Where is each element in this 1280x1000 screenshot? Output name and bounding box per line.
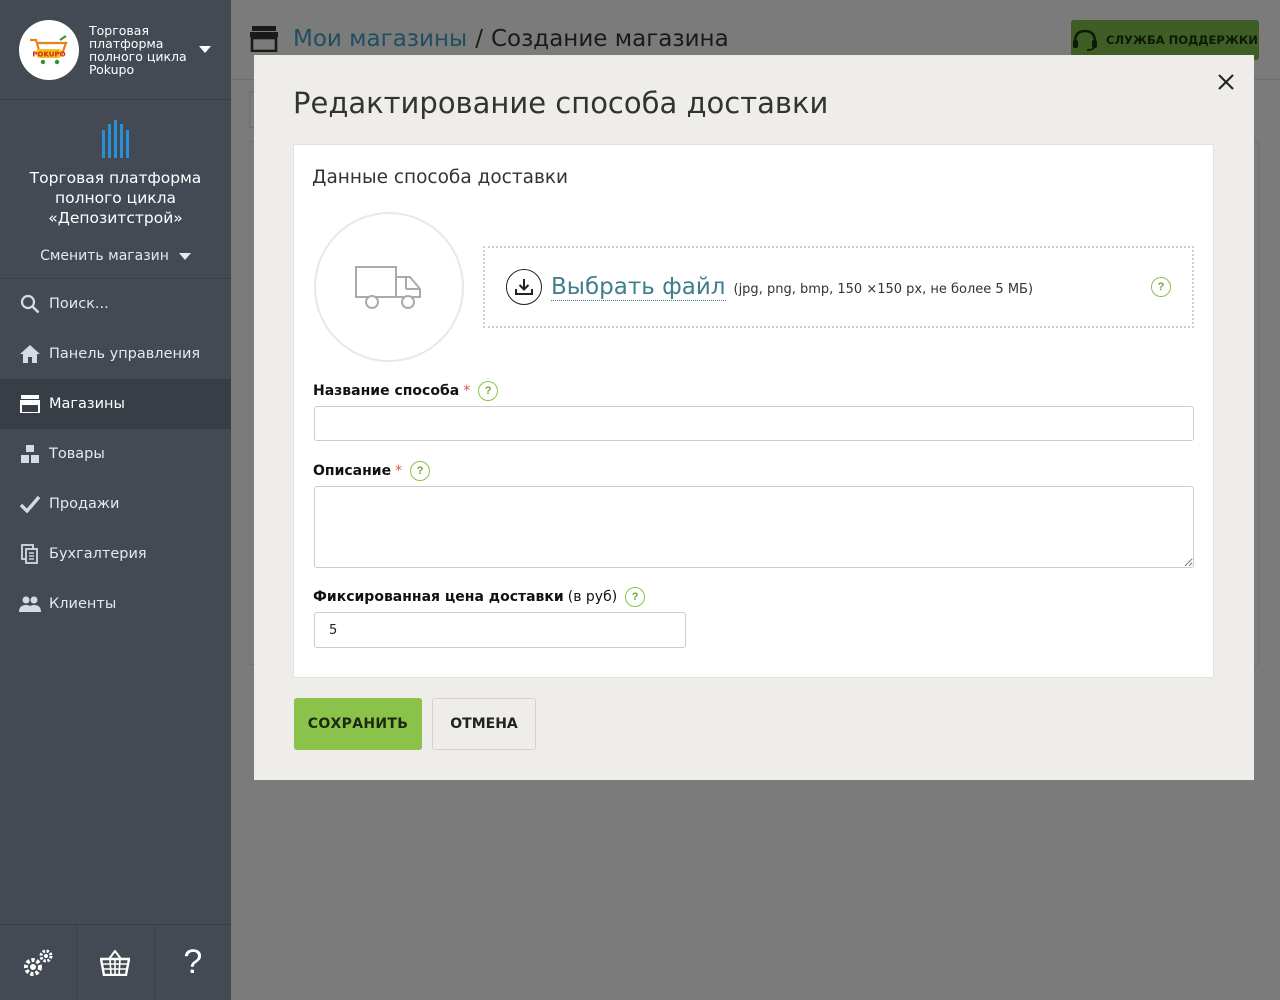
question-icon: ? [183,943,203,981]
price-unit: (в руб) [567,589,618,605]
help-icon[interactable]: ? [478,381,499,401]
file-hint: (jpg, png, bmp, 150 ×150 px, не более 5 … [733,282,1034,297]
check-icon [19,493,41,515]
sidebar: POKUPO Торговая платформа полного цикла … [0,0,231,1000]
sidebar-item-label: Магазины [49,396,125,412]
depozitstroy-logo [101,120,129,158]
sidebar-item-products[interactable]: Товары [0,429,231,479]
description-label: Описание * ? [313,461,431,481]
pokupo-logo: POKUPO [19,19,79,80]
org-switcher[interactable]: POKUPO Торговая платформа полного цикла … [0,0,231,100]
sidebar-item-label: Продажи [49,496,120,512]
help-icon[interactable]: ? [1151,277,1171,297]
download-icon[interactable] [506,269,542,305]
support-label: СЛУЖБА ПОДДЕРЖКИ [1106,33,1258,47]
sidebar-item-label: Панель управления [49,346,201,362]
sidebar-item-search[interactable]: Поиск... [0,279,231,329]
description-textarea[interactable] [314,486,1194,568]
method-name-input[interactable] [314,406,1194,441]
store-name: Торговая платформа полного цикла «Депози… [29,169,202,227]
help-button[interactable]: ? [155,925,231,1000]
required-mark: * [395,463,403,479]
price-input[interactable] [314,612,686,648]
switch-store-label: Сменить магазин [40,248,169,264]
truck-icon [355,266,421,309]
sidebar-item-label: Поиск... [49,296,109,312]
sidebar-item-label: Товары [49,446,105,462]
help-icon[interactable]: ? [410,461,431,481]
store-icon [19,393,41,415]
modal-title: Редактирование способа доставки [293,86,829,120]
store-icon [250,26,278,52]
sidebar-item-clients[interactable]: Клиенты [0,579,231,629]
breadcrumb-current: Создание магазина [490,26,729,52]
sidebar-item-dashboard[interactable]: Панель управления [0,329,231,379]
file-dropzone[interactable]: Выбрать файл (jpg, png, bmp, 150 ×150 px… [483,246,1194,328]
switch-store-button[interactable]: Сменить магазин [40,248,191,264]
headset-icon [1073,29,1098,51]
description-label-text: Описание [313,463,392,479]
choose-file-link[interactable]: Выбрать файл [551,274,726,301]
support-button[interactable]: СЛУЖБА ПОДДЕРЖКИ [1071,20,1259,60]
sidebar-item-accounting[interactable]: Бухгалтерия [0,529,231,579]
required-mark: * [463,383,471,399]
cart-button[interactable] [77,925,155,1000]
chevron-down-icon [178,252,191,260]
documents-icon [19,543,41,565]
sidebar-footer: ? [0,924,231,1000]
sidebar-item-label: Клиенты [49,596,117,612]
price-label-text: Фиксированная цена доставки [313,589,564,605]
gears-icon [24,949,53,976]
current-store: Торговая платформа полного цикла «Депози… [0,100,231,279]
breadcrumb-my-stores[interactable]: Мои магазины [293,26,467,52]
close-icon [1218,74,1234,90]
boxes-icon [19,443,41,465]
basket-icon [100,949,131,976]
delivery-method-modal: Редактирование способа доставки Данные с… [254,55,1254,780]
settings-button[interactable] [0,925,78,1000]
sidebar-item-stores[interactable]: Магазины [0,379,231,429]
delivery-data-card: Данные способа доставки Выбрать файл (jp… [293,144,1214,678]
org-name: Торговая платформа полного цикла Pokupo [89,22,187,77]
sidebar-item-sales[interactable]: Продажи [0,479,231,529]
name-label-text: Название способа [313,383,460,399]
sidebar-nav: Поиск... Панель управления Магазины Това… [0,279,231,629]
name-label: Название способа * ? [313,381,499,401]
chevron-down-icon[interactable] [199,46,211,53]
delivery-image-preview [314,212,464,362]
save-button[interactable]: СОХРАНИТЬ [294,698,422,750]
svg-text:POKUPO: POKUPO [32,50,65,58]
breadcrumb-separator: / [475,26,483,52]
cancel-button[interactable]: ОТМЕНА [432,698,536,750]
users-icon [19,593,41,615]
breadcrumb: Мои магазины / Создание магазина [249,26,729,52]
help-icon[interactable]: ? [625,587,646,607]
card-title: Данные способа доставки [312,167,569,188]
search-icon [19,293,41,315]
home-icon [19,343,41,365]
close-button[interactable] [1216,72,1236,92]
price-label: Фиксированная цена доставки (в руб) ? [313,587,646,607]
sidebar-item-label: Бухгалтерия [49,546,147,562]
